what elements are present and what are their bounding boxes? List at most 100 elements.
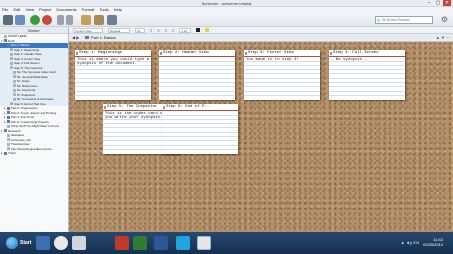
folder-icon [4,151,7,155]
add-icon[interactable] [30,15,40,25]
align-right-icon[interactable]: ≡ [165,28,167,33]
word-taskbar-icon[interactable] [154,236,168,250]
format-bar: Courier New Regular 12 ≡ ≡ ≡ ≡ 1.0x [69,27,453,34]
document-icon [330,52,332,55]
document-icon [245,52,247,55]
card-title: Step 2: Header View [163,51,209,55]
maximize-button[interactable]: ▢ [434,0,442,6]
window-controls: – ▢ ✕ [425,0,451,6]
folder-icon [4,129,7,133]
document-icon [13,79,16,83]
document-icon [7,138,10,142]
index-card[interactable]: Step 4: Full Screen - No synopsis - [329,50,405,100]
document-icon [10,102,13,106]
align-center-icon[interactable]: ≡ [157,28,159,33]
system-tray[interactable]: ▲ ◄)) EN [401,240,419,245]
ungroup-icon[interactable] [66,15,73,25]
document-icon [13,93,16,97]
outliner-icon[interactable] [107,15,117,25]
binder-header: Binder [0,27,68,34]
start-label: Start [20,240,32,246]
edit-icon[interactable] [81,15,91,25]
line-spacing-select[interactable]: 1.0x [179,27,192,33]
files-taskbar-icon[interactable] [72,236,86,250]
taskbar: Start ▲ ◄)) EN 11:42 02/05/2014 [0,232,453,254]
font-select[interactable]: Courier New [73,27,103,33]
start-button[interactable]: Start [2,235,35,251]
document-icon [10,61,13,65]
binder-item-label: http://www.theguardian.com/tv-... [11,146,55,151]
nav-back-icon[interactable]: ◀ [72,35,75,40]
nav-arrows[interactable]: ◀ ▶ [72,35,79,40]
editor-header: ◀ ▶ Part 1: Basics ▲ ▼ ⋯ [69,34,453,42]
clock-date: 02/05/2014 [422,242,443,247]
search-placeholder: All (Exact Phrase) [382,18,411,22]
folder-icon [85,36,89,39]
excel-taskbar-icon[interactable] [133,236,147,250]
delete-icon[interactable] [42,15,52,25]
document-icon [76,52,78,55]
new-folder-icon[interactable] [15,15,25,25]
corkboard[interactable]: Step 1: Beginnings This is where you cou… [69,42,453,232]
size-select[interactable]: 12 [135,27,145,33]
minimize-button[interactable]: – [425,0,433,6]
acrobat-taskbar-icon[interactable] [115,236,129,250]
document-icon [13,88,16,92]
index-card[interactable]: Step 1: Beginnings This is where you cou… [75,50,151,100]
document-icon [13,70,16,74]
binder-item-label: Trash [8,151,16,155]
browser-taskbar-icon[interactable] [54,236,68,250]
document-icon [163,106,165,109]
card-title: Step 3: Footer View [248,51,294,55]
corkboard-icon[interactable] [94,15,104,25]
index-card[interactable]: Step 3: Footer View You made it to step … [244,50,320,100]
card-synopsis[interactable] [162,111,238,153]
align-justify-icon[interactable]: ≡ [172,28,174,33]
highlight-color-icon[interactable] [205,28,210,32]
close-button[interactable]: ✕ [443,0,451,6]
search-input[interactable]: ⚲ All (Exact Phrase) [375,16,433,24]
folder-icon [4,39,7,43]
binder-panel: Binder START HERE ▾ Draft ▾ Part 1: Basics St… [0,27,69,232]
binder-item[interactable]: ▸ Trash [0,151,68,156]
skype-taskbar-icon[interactable] [176,236,190,250]
main-toolbar: ⚲ All (Exact Phrase) ⚙ [0,13,453,27]
clock[interactable]: 11:42 02/05/2014 [423,237,443,247]
document-icon [10,66,13,70]
card-title: Step 6: End of P... [166,105,212,109]
document-icon [10,57,13,61]
text-color-icon[interactable] [196,28,201,32]
index-card[interactable]: Step 6: End of P... [162,104,238,154]
document-icon [104,106,106,109]
card-synopsis[interactable]: You made it to step 3! [244,57,320,99]
document-icon [13,84,16,88]
editor-header-controls[interactable]: ▲ ▼ ⋯ [436,35,450,40]
explorer-taskbar-icon[interactable] [36,236,50,250]
group-icon[interactable] [57,15,64,25]
document-icon [13,75,16,79]
windows-orb-icon [6,237,18,249]
scrivener-taskbar-icon[interactable] [197,236,211,250]
document-icon [7,142,10,146]
align-left-icon[interactable]: ≡ [150,28,152,33]
card-synopsis[interactable] [159,57,235,99]
breadcrumb-label: Part 1: Basics [91,35,116,40]
window-title: Scrivener - scrivener tutorial [201,1,252,6]
breadcrumb[interactable]: Part 1: Basics [85,35,116,40]
title-bar: Scrivener - scrivener tutorial – ▢ ✕ [0,0,453,7]
search-icon: ⚲ [377,18,380,23]
document-icon [13,97,16,101]
nav-forward-icon[interactable]: ▶ [76,35,79,40]
document-icon [4,34,7,38]
folder-icon [7,120,10,124]
card-synopsis[interactable]: This is where you could type a synopsis … [75,57,151,99]
settings-gear-icon[interactable]: ⚙ [441,16,448,24]
style-select[interactable]: Regular [108,27,130,33]
binder-icon[interactable] [3,15,13,25]
card-title: Step 4: Full Screen [333,51,379,55]
card-synopsis[interactable]: - No synopsis - [329,57,405,99]
card-title: Step 5: The Inspector [107,105,158,109]
folder-icon [7,115,10,119]
document-icon [7,124,10,128]
index-card[interactable]: Step 2: Header View [159,50,235,100]
